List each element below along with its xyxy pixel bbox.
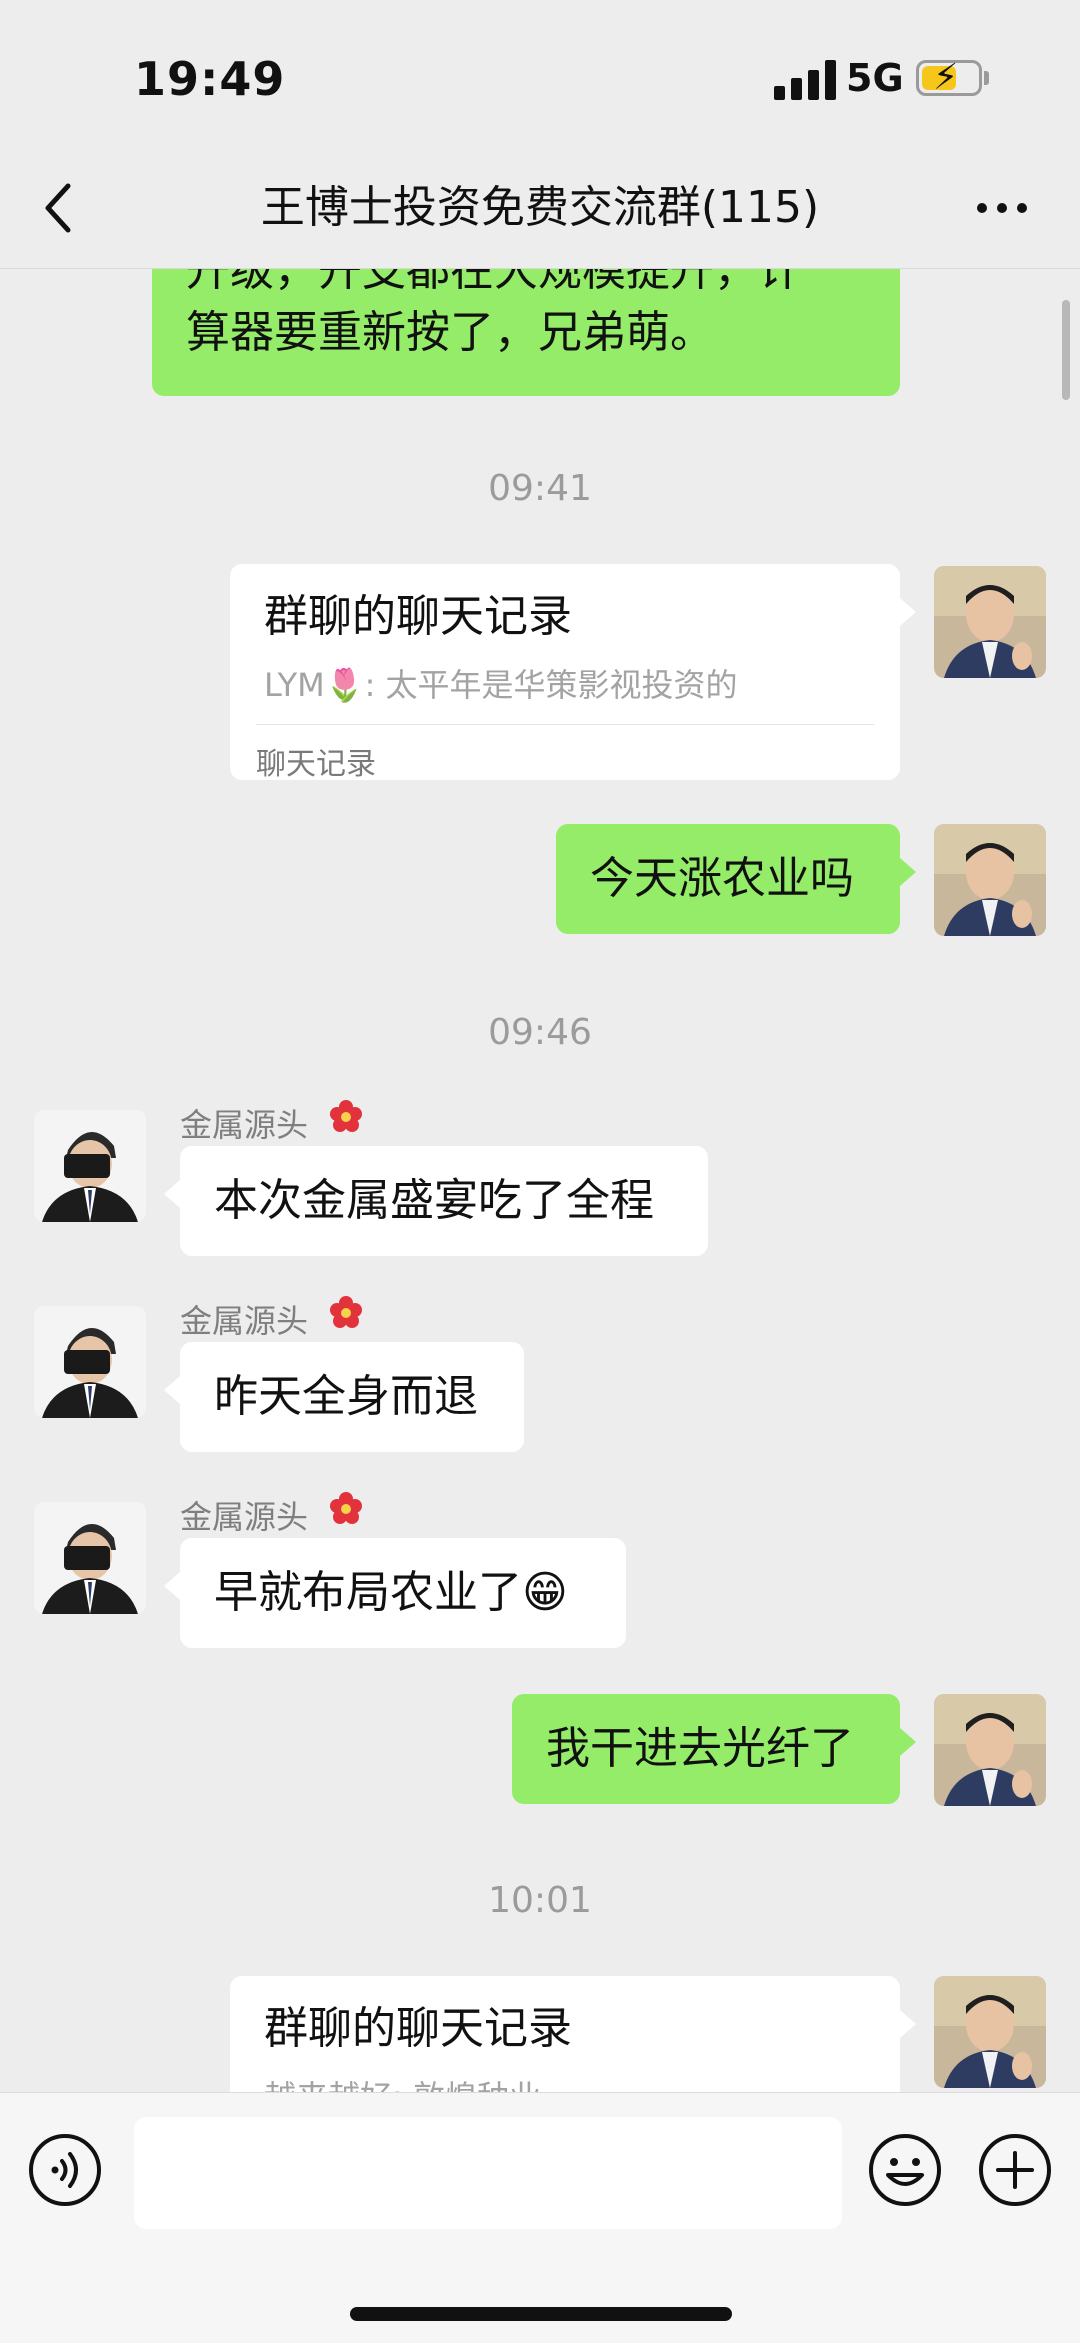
flower-badge-icon	[328, 1490, 364, 1526]
plus-icon[interactable]	[978, 2133, 1052, 2207]
battery-tip	[984, 71, 989, 85]
record-preview: 越来越好: 敦煌种业	[264, 2068, 541, 2092]
avatar-self[interactable]	[934, 1976, 1046, 2088]
chat-record-card[interactable]: 群聊的聊天记录 LYM🌷: 太平年是华策影视投资的 聊天记录	[230, 564, 916, 782]
message-bubble-self[interactable]: 升级，开支都在大规模提升，计 算器要重新按了，兄弟萌。	[152, 268, 900, 396]
avatar-member[interactable]	[34, 1306, 146, 1418]
message-bubble-self[interactable]: 今天涨农业吗	[556, 824, 916, 934]
message-list[interactable]: 升级，开支都在大规模提升，计 算器要重新按了，兄弟萌。 09:41 群聊的聊天记…	[0, 268, 1080, 2092]
record-preview: LYM🌷: 太平年是华策影视投资的	[264, 666, 738, 704]
timestamp: 10:01	[488, 1880, 592, 1921]
message-text: 今天涨农业吗	[590, 853, 854, 904]
flower-badge-icon	[328, 1294, 364, 1330]
chat-header: 王博士投资免费交流群(115)	[0, 150, 1080, 269]
message-text: 昨天全身而退	[214, 1371, 478, 1422]
sender-name: 金属源头	[180, 1106, 309, 1144]
sender-name: 金属源头	[180, 1302, 309, 1340]
signal-icon	[774, 60, 836, 100]
home-indicator[interactable]	[350, 2307, 732, 2321]
message-input[interactable]	[134, 2117, 842, 2229]
message-text: 本次金属盛宴吃了全程	[214, 1175, 654, 1226]
avatar-member[interactable]	[34, 1502, 146, 1614]
more-dots-icon[interactable]	[972, 190, 1032, 226]
chat-title: 王博士投资免费交流群(115)	[260, 182, 820, 233]
status-bar: 19:49 5G ⚡	[0, 0, 1080, 150]
message-text: 升级，开支都在大规模提升，计	[186, 268, 802, 296]
message-bubble-other[interactable]: 昨天全身而退	[164, 1342, 524, 1452]
scrollbar[interactable]	[1062, 300, 1070, 400]
message-text: 算器要重新按了，兄弟萌。	[186, 307, 714, 358]
record-footer: 聊天记录	[256, 747, 376, 782]
emoji-icon[interactable]	[868, 2133, 942, 2207]
input-bar	[0, 2092, 1080, 2343]
record-title: 群聊的聊天记录	[264, 2003, 572, 2054]
flower-badge-icon	[328, 1098, 364, 1134]
avatar-member[interactable]	[34, 1110, 146, 1222]
message-bubble-self[interactable]: 我干进去光纤了	[512, 1694, 916, 1804]
chat-record-card[interactable]: 群聊的聊天记录 越来越好: 敦煌种业	[230, 1976, 916, 2092]
voice-mode-icon[interactable]	[28, 2133, 102, 2207]
status-time: 19:49	[134, 52, 286, 106]
message-bubble-other[interactable]: 早就布局农业了😁	[164, 1538, 626, 1648]
timestamp: 09:46	[488, 1012, 592, 1053]
message-bubble-other[interactable]: 本次金属盛宴吃了全程	[164, 1146, 708, 1256]
chevron-left-icon[interactable]	[40, 178, 80, 238]
divider	[256, 724, 874, 725]
avatar-self[interactable]	[934, 1694, 1046, 1806]
avatar-self[interactable]	[934, 824, 1046, 936]
avatar-self[interactable]	[934, 566, 1046, 678]
timestamp: 09:41	[488, 468, 592, 509]
message-text: 早就布局农业了😁	[214, 1567, 568, 1618]
sender-name: 金属源头	[180, 1498, 309, 1536]
record-title: 群聊的聊天记录	[264, 591, 572, 642]
battery-charging-icon: ⚡	[916, 57, 982, 98]
network-type: 5G	[846, 56, 904, 100]
message-text: 我干进去光纤了	[546, 1723, 854, 1774]
